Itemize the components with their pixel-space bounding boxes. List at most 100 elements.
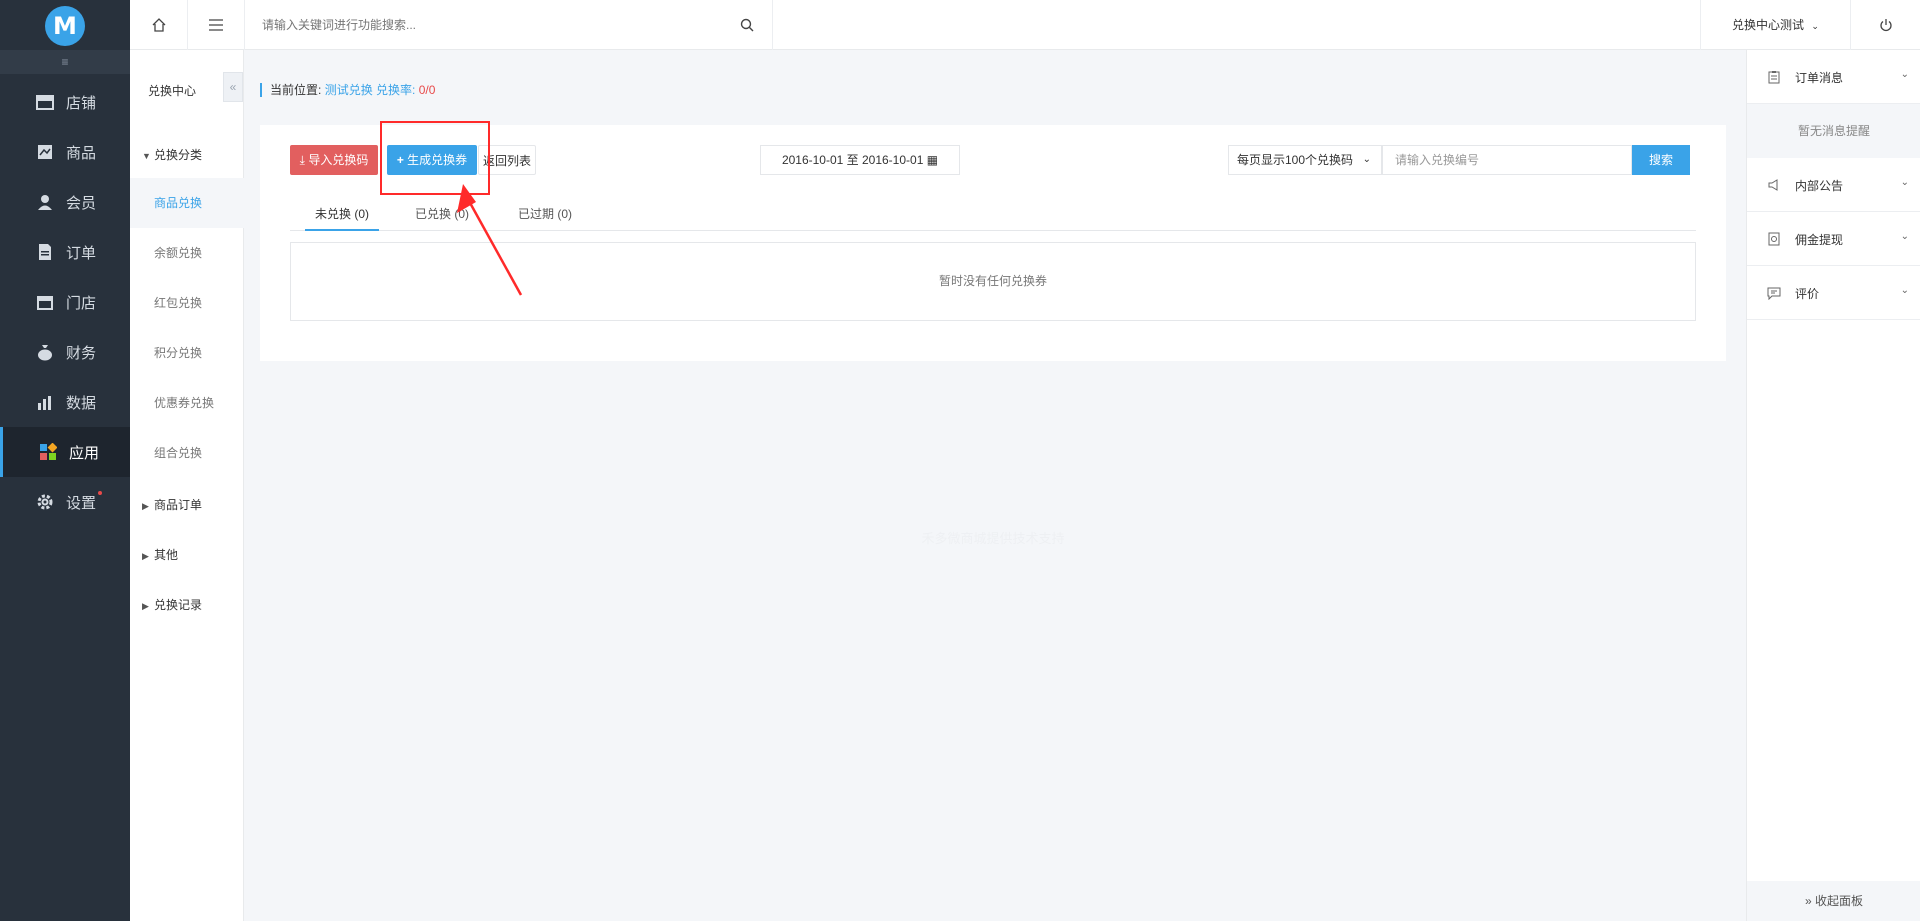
withdraw-icon	[1768, 232, 1780, 246]
home-button[interactable]	[130, 0, 188, 50]
sidebar-item-label: 订单	[66, 245, 97, 262]
subnav-group-label: 商品订单	[154, 498, 203, 512]
sidebar-item-label: 财务	[66, 345, 97, 362]
user-menu[interactable]: 兑换中心测试 ⌄	[1700, 0, 1850, 50]
power-icon	[1880, 19, 1892, 32]
calendar-icon: ▦	[926, 153, 939, 167]
caret-right-icon: ▶	[142, 551, 149, 561]
logo[interactable]: M	[45, 6, 85, 46]
top-bar: 兑换中心测试 ⌄	[130, 0, 1920, 50]
order-messages-section[interactable]: 订单消息 ⌄	[1747, 50, 1920, 104]
search-input[interactable]	[260, 14, 600, 36]
caret-down-icon: ▼	[142, 151, 151, 161]
subnav-group-label: 其他	[154, 548, 179, 562]
exchange-rate-label: 兑换率:	[376, 83, 416, 97]
sidebar-item-apps[interactable]: 应用	[0, 427, 130, 477]
chart-icon	[38, 396, 51, 410]
comment-icon	[1767, 287, 1781, 300]
apps-icon	[40, 443, 57, 460]
sidebar-item-settings[interactable]: 设置	[0, 477, 130, 527]
goods-icon	[38, 145, 52, 159]
subnav-group-category[interactable]: ▼ 兑换分类	[142, 146, 202, 163]
sidebar-item-goods[interactable]: 商品	[0, 127, 130, 177]
menu-button[interactable]	[188, 0, 245, 50]
subnav-item-balance-exchange[interactable]: 余额兑换	[130, 228, 244, 278]
notification-dot	[98, 491, 102, 495]
sidebar-item-store[interactable]: 店铺	[0, 77, 130, 127]
right-panel: 订单消息 ⌄ 暂无消息提醒 内部公告 ⌄ 佣金提现 ⌄ 评价 ⌄ » 收起面板	[1746, 50, 1920, 921]
subnav-item-redpacket-exchange[interactable]: 红包兑换	[130, 278, 244, 328]
sidebar-item-label: 会员	[66, 195, 97, 212]
order-icon	[39, 244, 51, 260]
sidebar-item-label: 商品	[66, 145, 97, 162]
home-icon	[152, 18, 166, 32]
download-icon: ⤓	[299, 153, 305, 167]
subnav-group-label: 兑换记录	[154, 598, 203, 612]
chevron-down-icon: ⌄	[1900, 285, 1909, 296]
exchange-rate-value: 0/0	[418, 83, 436, 97]
per-page-select[interactable]: 每页显示100个兑换码 ⌄	[1228, 145, 1382, 175]
subnav-title: 兑换中心	[148, 84, 197, 98]
withdraw-section[interactable]: 佣金提现 ⌄	[1747, 212, 1920, 266]
caret-right-icon: ▶	[142, 501, 149, 511]
section-label: 佣金提现	[1795, 233, 1844, 247]
chevron-down-icon: ⌄	[1900, 69, 1909, 80]
subnav-item-combo-exchange[interactable]: 组合兑换	[130, 428, 244, 478]
store-icon	[36, 95, 54, 110]
import-label: 导入兑换码	[308, 153, 369, 167]
chevron-down-icon: ⌄	[1362, 154, 1371, 165]
search-button[interactable]: 搜索	[1632, 145, 1690, 175]
no-messages: 暂无消息提醒	[1747, 104, 1920, 158]
subnav-group-other[interactable]: ▶ 其他	[142, 546, 178, 563]
chevron-down-icon: ⌄	[1811, 21, 1819, 31]
tab-unredeemed[interactable]: 未兑换 (0)	[305, 197, 379, 231]
review-section[interactable]: 评价 ⌄	[1747, 266, 1920, 320]
sidebar-item-label: 设置	[66, 495, 97, 512]
menu-icon	[209, 19, 223, 31]
subnav-item-coupon-exchange[interactable]: 优惠券兑换	[130, 378, 244, 428]
date-range-picker[interactable]: 2016-10-01 至 2016-10-01 ▦	[760, 145, 960, 175]
user-icon	[38, 195, 52, 210]
subnav-group-label: 兑换分类	[154, 148, 203, 162]
sidebar-item-data[interactable]: 数据	[0, 377, 130, 427]
chevron-down-icon: ⌄	[1900, 177, 1909, 188]
chevron-down-icon: ⌄	[1900, 231, 1909, 242]
main-sidebar: M ≡ 店铺 商品 会员 订单 门店 财务 数据 应用 设置	[0, 0, 130, 921]
breadcrumb-link[interactable]: 测试兑换	[325, 83, 373, 97]
code-search-input[interactable]: 请输入兑换编号	[1382, 145, 1632, 175]
logout-button[interactable]	[1850, 0, 1920, 50]
sidebar-item-label: 店铺	[66, 95, 97, 112]
sidebar-item-member[interactable]: 会员	[0, 177, 130, 227]
breadcrumb-prefix: 当前位置:	[270, 83, 322, 97]
subnav-group-records[interactable]: ▶ 兑换记录	[142, 596, 202, 613]
sidebar-item-label: 数据	[66, 395, 97, 412]
per-page-value: 每页显示100个兑换码	[1237, 153, 1354, 167]
gear-icon	[37, 494, 53, 510]
subnav-collapse-button[interactable]: «	[223, 72, 243, 102]
subnav-group-goods-order[interactable]: ▶ 商品订单	[142, 496, 202, 513]
section-label: 评价	[1795, 287, 1820, 301]
sidebar-collapse-toggle[interactable]: ≡	[0, 50, 130, 74]
sidebar-item-shop[interactable]: 门店	[0, 277, 130, 327]
subnav-item-points-exchange[interactable]: 积分兑换	[130, 328, 244, 378]
sidebar-item-order[interactable]: 订单	[0, 227, 130, 277]
search-icon	[740, 18, 754, 32]
indent-icon: ≡	[61, 55, 69, 69]
caret-right-icon: ▶	[142, 601, 149, 611]
sub-nav: 兑换中心 « ▼ 兑换分类 商品兑换 余额兑换 红包兑换 积分兑换 优惠券兑换 组…	[130, 50, 244, 921]
megaphone-icon	[1768, 179, 1778, 191]
announcement-section[interactable]: 内部公告 ⌄	[1747, 158, 1920, 212]
sidebar-item-finance[interactable]: 财务	[0, 327, 130, 377]
footer-note: 禾多微商城提供技术支持	[921, 531, 1065, 546]
collapse-panel-button[interactable]: » 收起面板	[1747, 881, 1920, 921]
clipboard-icon	[1768, 71, 1780, 84]
subnav-item-goods-exchange[interactable]: 商品兑换	[130, 178, 244, 228]
import-codes-button[interactable]: ⤓ 导入兑换码	[290, 145, 378, 175]
sidebar-item-label: 应用	[69, 445, 100, 462]
shop-icon	[37, 296, 53, 310]
sidebar-item-label: 门店	[66, 295, 97, 312]
section-label: 内部公告	[1795, 179, 1844, 193]
search-button[interactable]	[603, 0, 773, 50]
annotation-arrow	[457, 184, 523, 296]
money-bag-icon	[38, 345, 52, 361]
